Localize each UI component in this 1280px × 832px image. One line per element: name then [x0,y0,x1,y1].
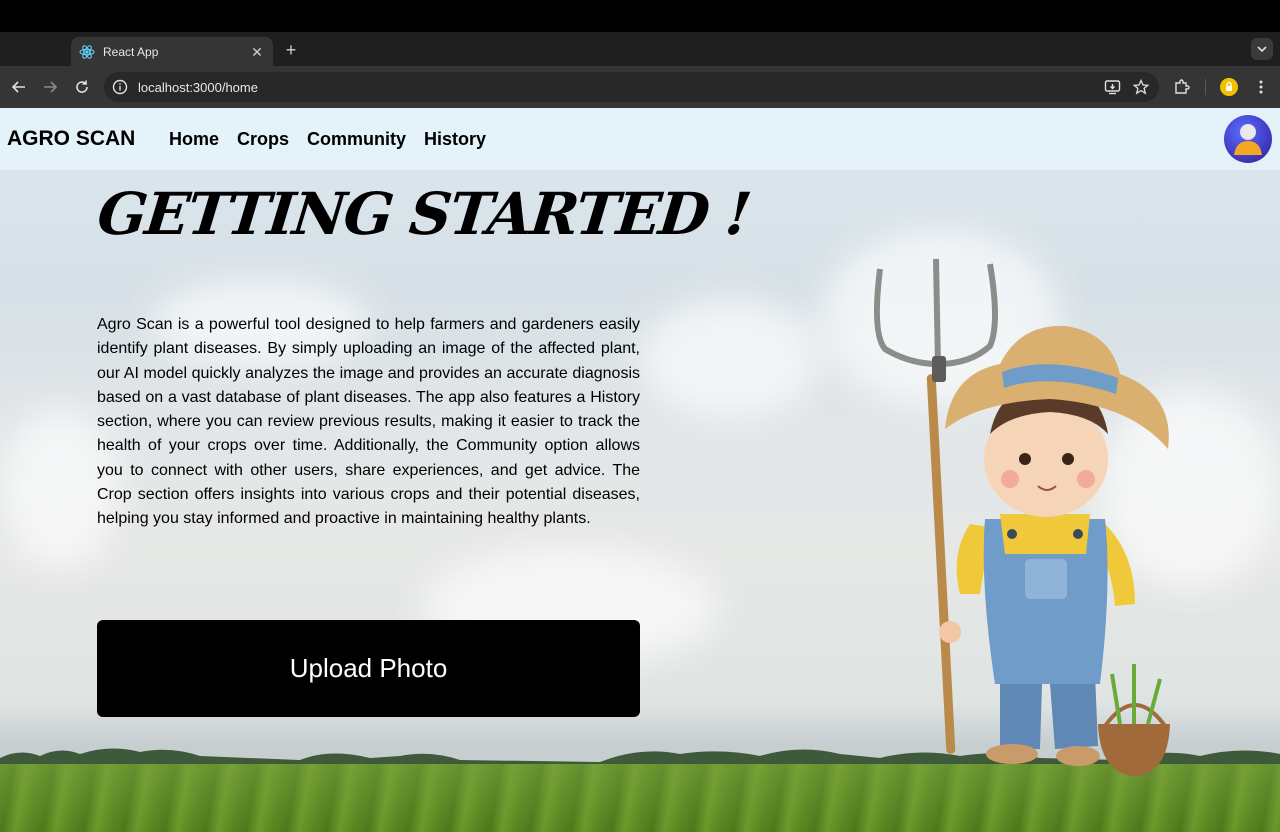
toolbar-divider [1205,79,1206,95]
chevron-down-icon[interactable] [1251,38,1273,60]
forward-arrow-icon[interactable] [39,76,61,98]
nav-link-home[interactable]: Home [169,129,219,150]
background-cloud [640,298,820,418]
back-arrow-icon[interactable] [8,76,30,98]
nav-links: Home Crops Community History [169,129,486,150]
browser-tab[interactable]: React App ✕ [71,37,273,67]
farmer-illustration [873,258,1170,776]
nav-link-history[interactable]: History [424,129,486,150]
address-bar[interactable]: localhost:3000/home [104,72,1159,102]
kebab-menu-icon[interactable] [1250,76,1272,98]
url-text[interactable]: localhost:3000/home [138,80,1103,95]
upload-photo-button[interactable]: Upload Photo [97,620,640,717]
star-icon[interactable] [1131,77,1151,97]
close-icon[interactable]: ✕ [247,42,267,62]
hero-description: Agro Scan is a powerful tool designed to… [97,316,640,528]
info-icon[interactable] [112,79,128,95]
nav-link-community[interactable]: Community [307,129,406,150]
tab-title: React App [103,45,159,59]
os-top-bar [0,0,1280,32]
page-title: GETTING STARTED ! [94,180,753,248]
brand-logo[interactable]: AGRO SCAN [7,127,157,151]
puzzle-icon[interactable] [1171,76,1193,98]
top-navbar: AGRO SCAN Home Crops Community History [0,108,1280,170]
page-viewport: AGRO SCAN Home Crops Community History G… [0,108,1280,832]
install-app-icon[interactable] [1103,77,1123,97]
nav-link-crops[interactable]: Crops [237,129,289,150]
plus-icon[interactable]: + [280,39,302,61]
reload-icon[interactable] [71,76,93,98]
user-avatar-icon[interactable] [1224,115,1272,163]
react-icon [79,44,95,60]
profile-icon[interactable] [1218,76,1240,98]
